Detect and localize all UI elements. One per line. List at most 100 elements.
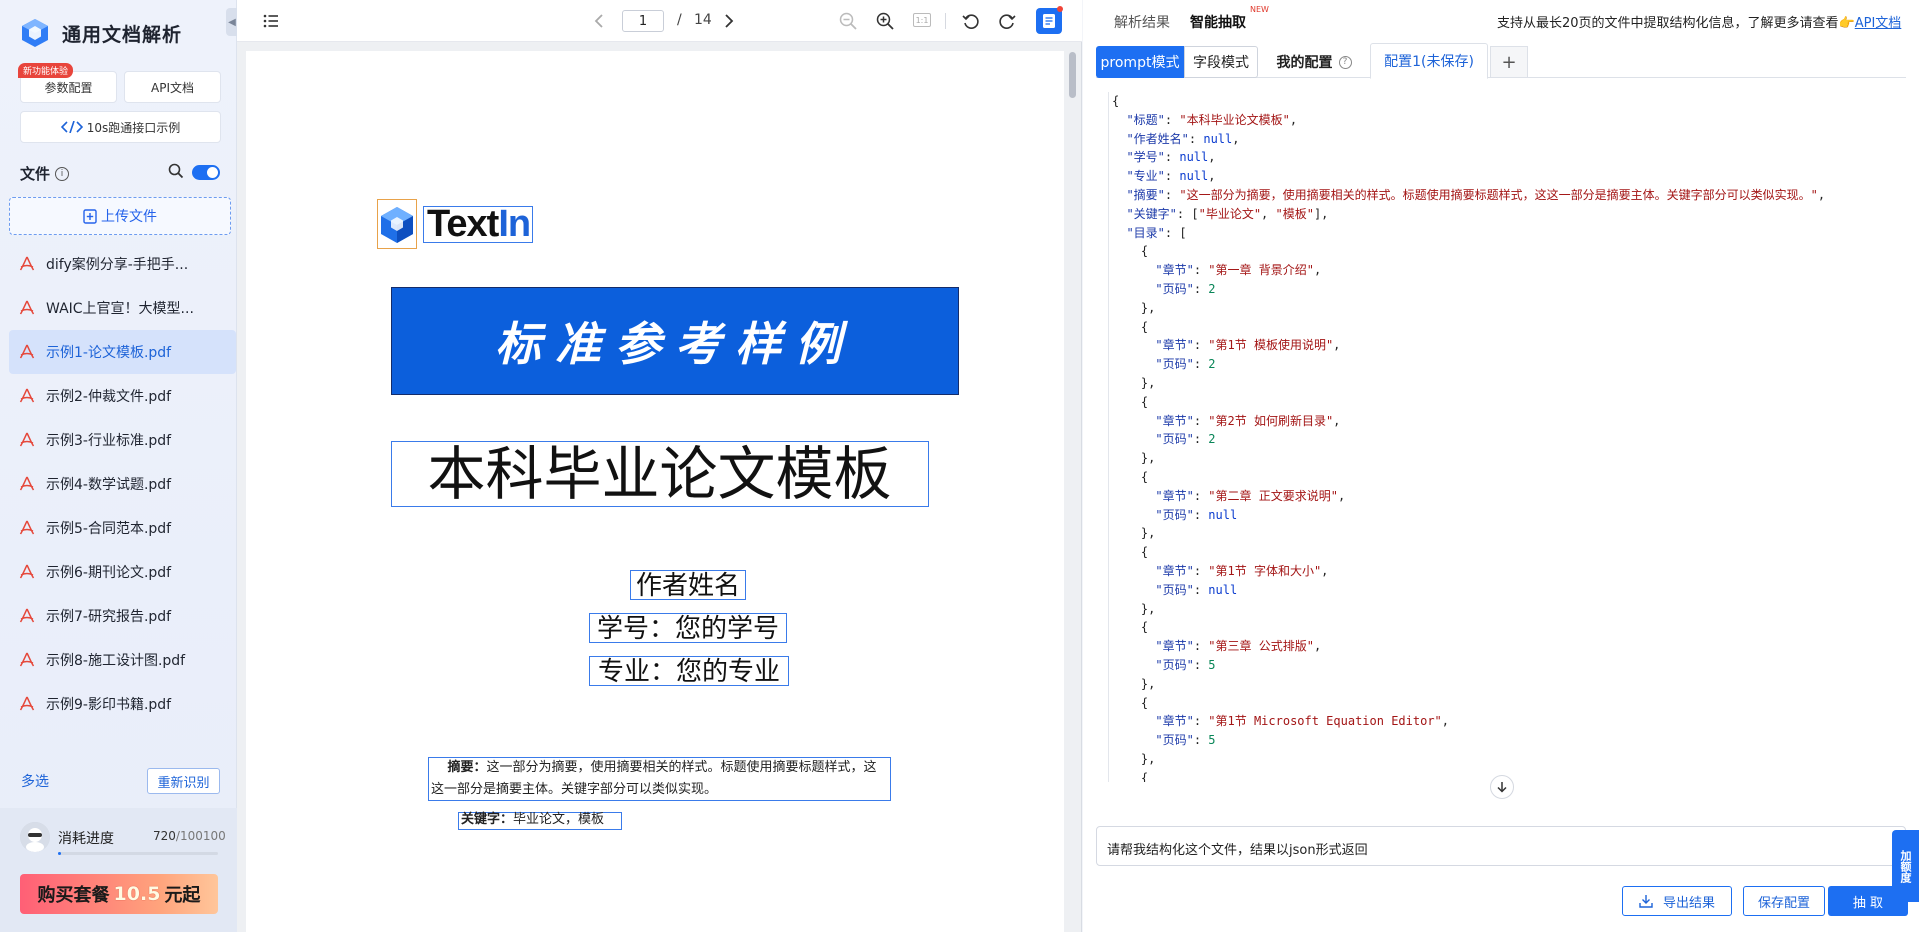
json-token: },	[1112, 676, 1156, 691]
doc-textin-wordmark: TextIn	[423, 205, 533, 243]
doc-student-id: 学号：您的学号	[596, 614, 779, 644]
scroll-down-button[interactable]	[1490, 775, 1514, 799]
usage-label: 消耗进度	[58, 831, 114, 847]
outline-list-icon[interactable]	[261, 11, 281, 31]
json-token: ,	[1313, 263, 1322, 278]
api-docs-link[interactable]: API文档	[1855, 16, 1902, 31]
viewer-scrollbar[interactable]	[1069, 52, 1076, 98]
usage-value: 720/100100	[153, 829, 226, 843]
json-token: "章节"	[1155, 488, 1194, 503]
json-token: ,	[1333, 413, 1341, 428]
pdf-file-icon	[19, 476, 35, 491]
help-icon[interactable]: ?	[1338, 55, 1352, 69]
file-list-item[interactable]: 示例4-数学试题.pdf	[9, 462, 237, 506]
notification-dot	[1057, 6, 1063, 12]
json-result-viewer[interactable]: { "标题": "本科毕业论文模板", "作者姓名": null, "学号": …	[1108, 92, 1898, 782]
tab-parse-result[interactable]: 解析结果	[1114, 12, 1170, 32]
file-list-item[interactable]: 示例3-行业标准.pdf	[9, 418, 237, 462]
prompt-mode-button[interactable]: prompt模式	[1096, 46, 1184, 78]
pdf-file-icon	[19, 652, 35, 667]
file-list-item[interactable]: 示例7-研究报告.pdf	[9, 594, 237, 638]
rotate-left-icon[interactable]	[961, 11, 981, 31]
files-toggle[interactable]	[192, 165, 220, 180]
buy-package-banner[interactable]: 购买套餐 10.5 元起	[20, 874, 218, 914]
save-config-label: 保存配置	[1757, 895, 1810, 911]
extract-button[interactable]: 抽 取	[1828, 886, 1908, 916]
upload-icon	[83, 208, 97, 224]
usage-total: /100100	[175, 829, 226, 843]
file-list-item[interactable]: 示例8-施工设计图.pdf	[9, 638, 237, 682]
upload-file-button[interactable]: 上传文件	[9, 197, 231, 235]
json-line: "专业": null,	[1112, 167, 1215, 185]
json-token: "第1节 模板使用说明"	[1208, 338, 1334, 353]
hint-text: 支持从最长20页的文件中提取结构化信息，了解更多请查看👉	[1497, 16, 1855, 31]
file-list: dify案例分享-手把手... WAIC上官宣！大模型... 示例1-论文模板.pd…	[9, 242, 237, 726]
pdf-file-icon	[19, 696, 35, 711]
search-icon[interactable]	[168, 163, 184, 179]
zoom-out-icon[interactable]	[838, 11, 858, 31]
file-list-item[interactable]: 示例5-合同范本.pdf	[9, 506, 237, 550]
tab-smart-extract[interactable]: 智能抽取	[1190, 12, 1246, 32]
multi-select-link[interactable]: 多选	[21, 771, 49, 791]
file-list-item[interactable]: WAIC上官宣！大模型...	[9, 286, 237, 330]
actual-size-button[interactable]: 1:1	[913, 13, 931, 27]
rerecognize-button[interactable]: 重新识别	[147, 768, 220, 794]
file-list-item[interactable]: 示例6-期刊论文.pdf	[9, 550, 237, 594]
json-token: },	[1112, 451, 1156, 466]
json-line: "作者姓名": null,	[1112, 130, 1239, 148]
file-list-item[interactable]: 示例1-论文模板.pdf	[9, 330, 236, 374]
document-icon	[1043, 14, 1055, 28]
json-line: {	[1112, 769, 1148, 782]
doc-abstract-text: 这一部分为摘要，使用摘要相关的样式。标题使用摘要标题样式，这这一部分是摘要主体。…	[431, 760, 877, 797]
zoom-in-icon[interactable]	[875, 11, 895, 31]
demo-button[interactable]: 10s跑通接口示例	[20, 111, 221, 143]
promo-price: 10.5	[113, 883, 161, 905]
page-current: 1	[638, 13, 648, 29]
brand: 通用文档解析	[20, 18, 182, 48]
json-token: :	[1193, 263, 1209, 278]
config-tab[interactable]: 配置1(未保存)	[1370, 43, 1488, 79]
document-mode-button[interactable]	[1036, 8, 1062, 34]
json-token: :	[1164, 169, 1180, 184]
json-token: "页码"	[1155, 357, 1194, 372]
json-token: ,	[1337, 488, 1346, 503]
prompt-input[interactable]: 请帮我结构化这个文件，结果以json形式返回	[1096, 826, 1906, 866]
json-token: "章节"	[1155, 639, 1194, 654]
json-line: {	[1112, 468, 1148, 486]
extract-label: 抽 取	[1852, 895, 1884, 911]
json-token: : [	[1176, 206, 1199, 221]
json-token: "第2节 如何刷新目录"	[1208, 413, 1334, 428]
json-token: "页码"	[1155, 658, 1194, 672]
rotate-right-icon[interactable]	[997, 11, 1017, 31]
pdf-file-icon	[19, 256, 35, 271]
api-docs-button[interactable]: API文档	[124, 71, 221, 103]
json-token: },	[1112, 601, 1156, 616]
export-result-button[interactable]: 导出结果	[1622, 886, 1732, 916]
page-number-input[interactable]: 1	[622, 10, 664, 32]
json-token: :	[1188, 131, 1204, 146]
json-token: "页码"	[1155, 432, 1194, 447]
json-token: :	[1193, 357, 1209, 372]
json-token: :	[1193, 714, 1209, 729]
file-list-item[interactable]: 示例2-仲裁文件.pdf	[9, 374, 237, 418]
file-list-item[interactable]: dify案例分享-手把手...	[9, 242, 237, 286]
json-token: "第三章 公式排版"	[1208, 639, 1314, 654]
info-icon[interactable]: i	[55, 166, 70, 181]
pdf-file-icon	[19, 564, 35, 579]
save-config-button[interactable]: 保存配置	[1743, 886, 1825, 916]
add-config-button[interactable]: +	[1490, 46, 1528, 78]
chevron-left-icon[interactable]	[590, 11, 610, 31]
brand-name: 通用文档解析	[62, 23, 183, 46]
chevron-right-icon[interactable]	[718, 11, 738, 31]
field-mode-button[interactable]: 字段模式	[1184, 46, 1258, 78]
json-token: {	[1112, 545, 1149, 560]
file-list-item[interactable]: 示例9-影印书籍.pdf	[9, 682, 237, 726]
